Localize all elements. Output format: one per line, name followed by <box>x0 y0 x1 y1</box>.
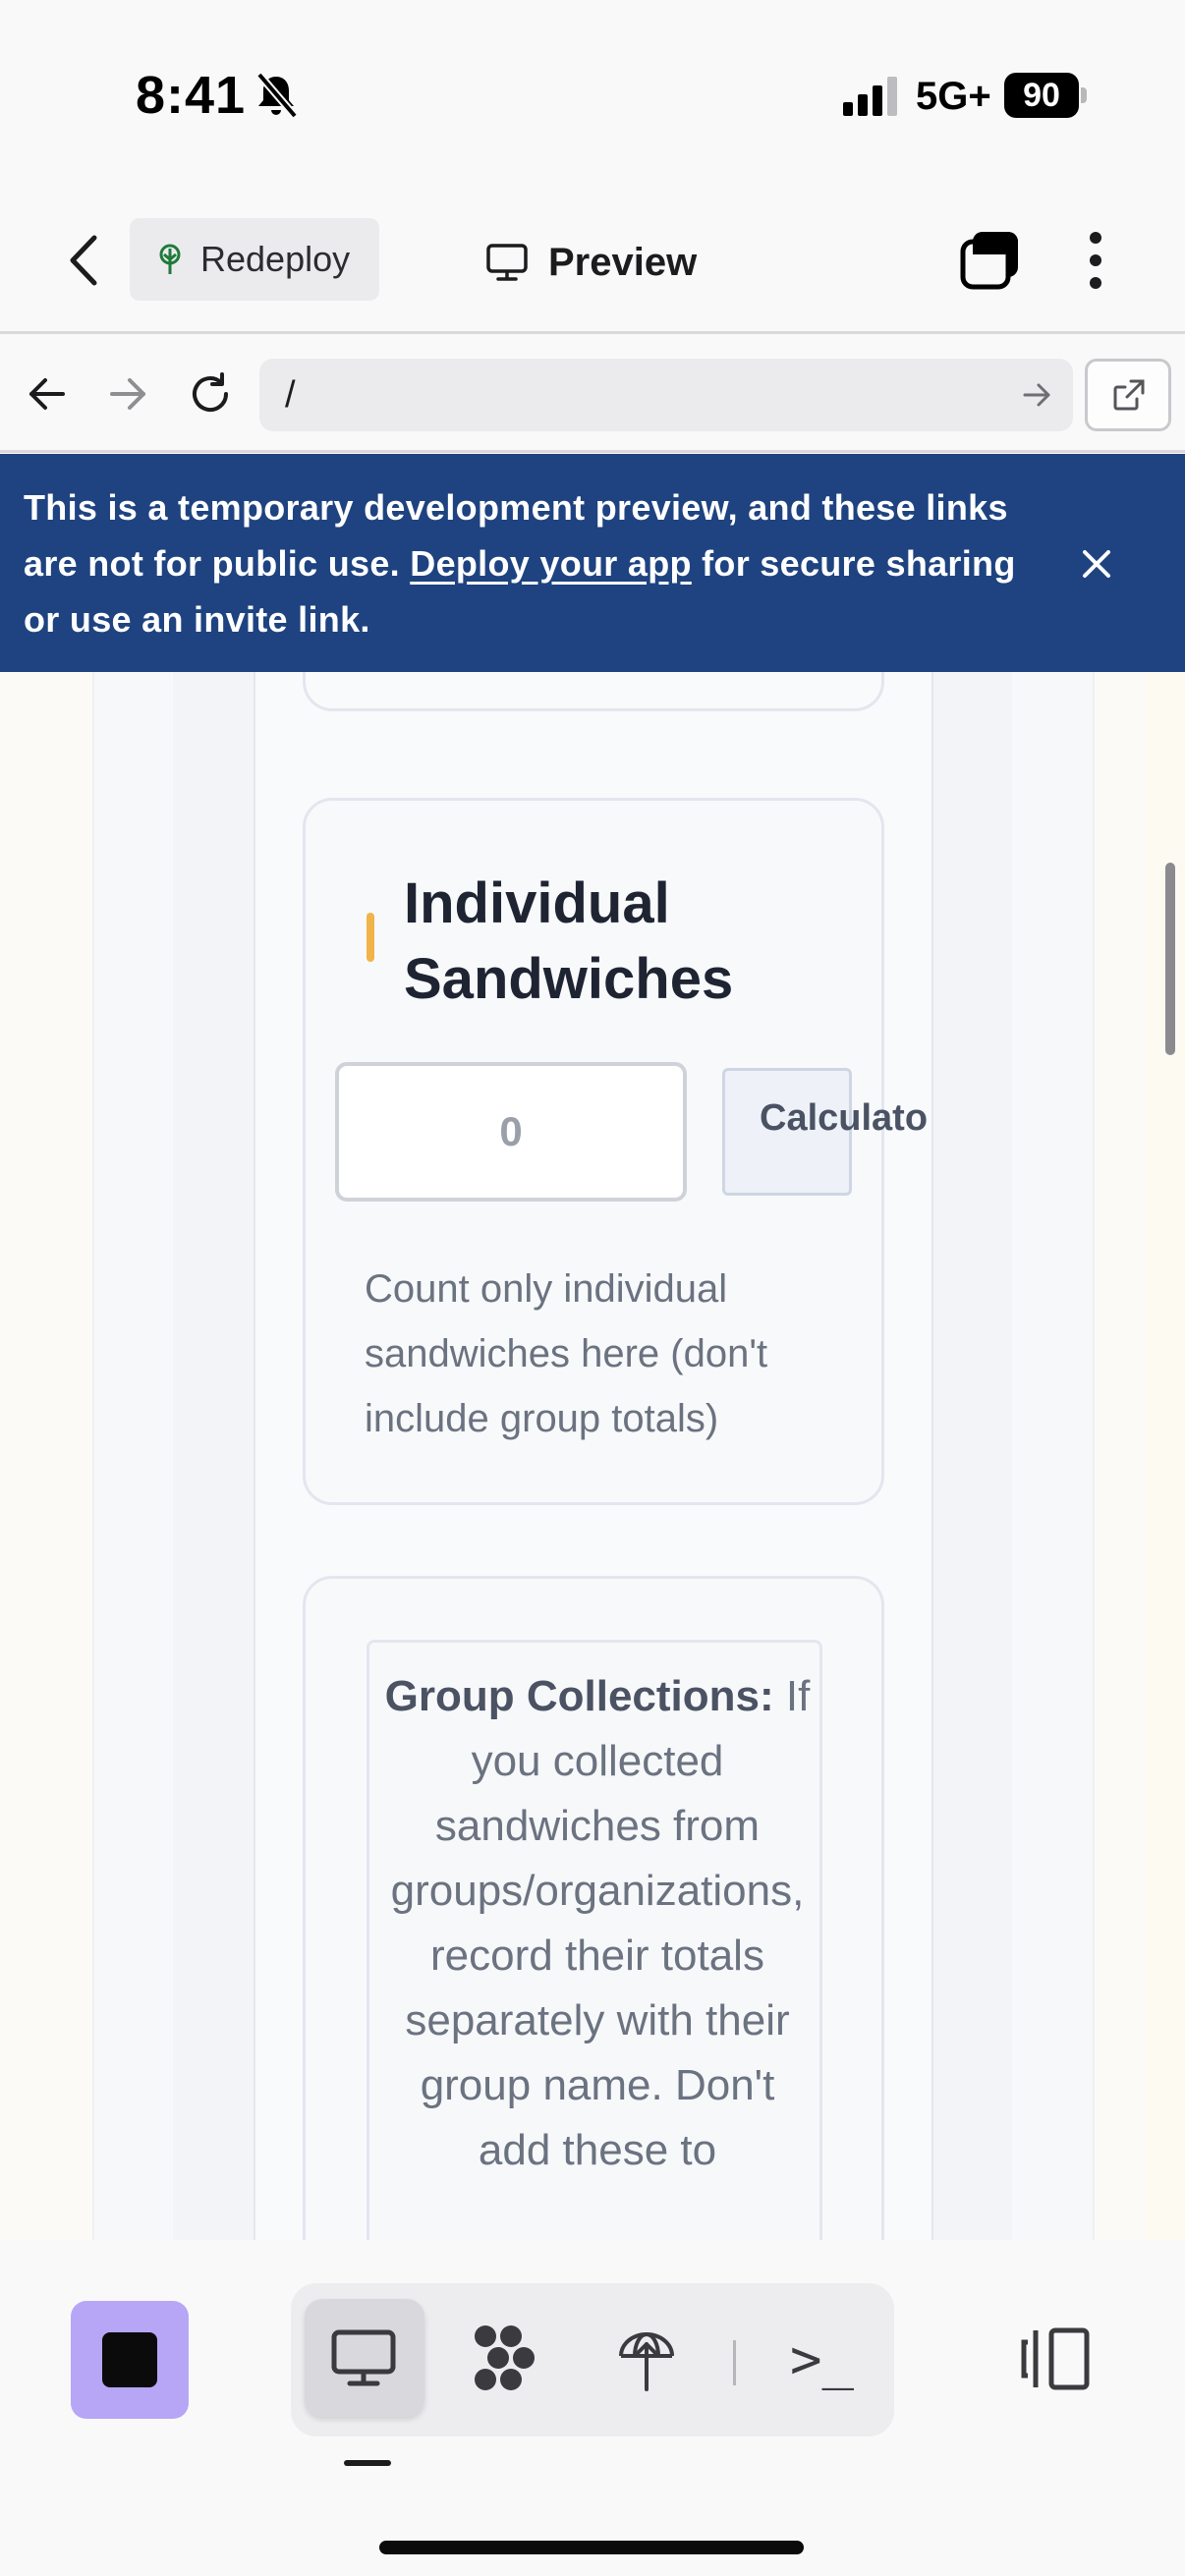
back-chevron-icon[interactable] <box>57 226 112 295</box>
more-vertical-icon[interactable] <box>1081 226 1110 295</box>
redeploy-button[interactable]: Redeploy <box>130 218 379 301</box>
app-bar: Redeploy Preview <box>0 187 1185 334</box>
notice-body: If you collected sandwiches from groups/… <box>390 1672 811 2174</box>
battery-icon: 90 <box>1004 73 1087 118</box>
close-icon[interactable] <box>1077 544 1116 584</box>
deploy-tree-icon <box>159 244 181 274</box>
open-external-button[interactable] <box>1085 359 1171 431</box>
status-bar: 8:41 5G+ 90 <box>0 0 1185 187</box>
individual-sandwiches-card: Individual Sandwiches 0 Calculato Count … <box>303 798 928 1505</box>
browser-url-bar: / <box>0 337 1185 453</box>
active-tab-indicator <box>344 2460 391 2466</box>
calculator-label: Calculato <box>760 1097 929 1139</box>
notice-heading: Group Collections: <box>384 1672 774 1720</box>
panel-toggle-icon[interactable] <box>1018 2324 1093 2393</box>
go-arrow-icon[interactable] <box>1020 378 1053 412</box>
stop-button[interactable] <box>71 2301 189 2419</box>
deploy-app-link[interactable]: Deploy your app <box>410 543 692 584</box>
notice-text: Group Collections: If you collected sand… <box>369 1664 825 2183</box>
nav-back-icon[interactable] <box>20 366 75 421</box>
battery-tip <box>1081 87 1087 103</box>
status-time: 8:41 <box>136 66 247 125</box>
url-text: / <box>285 374 296 416</box>
workflow-icon[interactable] <box>466 2319 544 2397</box>
card-title: Individual Sandwiches <box>404 871 734 1011</box>
external-link-icon <box>1113 379 1145 411</box>
stop-icon <box>102 2332 157 2387</box>
scrollbar-thumb[interactable] <box>1165 863 1175 1055</box>
reload-icon[interactable] <box>183 366 238 421</box>
signal-icon <box>843 77 897 116</box>
accent-bar <box>367 913 374 962</box>
monitor-icon <box>486 244 528 281</box>
page-content: Individual Sandwiches 0 Calculato Count … <box>0 672 1185 2240</box>
bell-muted-icon <box>255 72 299 119</box>
card-help-text: Count only individual sandwiches here (d… <box>365 1267 768 1440</box>
terminal-icon[interactable]: >_ <box>790 2328 854 2390</box>
individual-count-input[interactable]: 0 <box>335 1062 687 1202</box>
tabs-icon[interactable] <box>959 228 1022 291</box>
view-switcher: >_ <box>291 2283 894 2436</box>
preview-tab[interactable]: Preview <box>485 228 697 297</box>
banner-message: This is a temporary development preview,… <box>24 479 1026 647</box>
switcher-divider <box>733 2340 736 2385</box>
preview-label: Preview <box>548 240 698 284</box>
group-collections-card: Group Collections: If you collected sand… <box>303 1576 884 2240</box>
previous-card-bottom <box>303 672 884 711</box>
home-indicator <box>379 2541 804 2554</box>
battery-level: 90 <box>1004 73 1079 118</box>
desktop-icon <box>331 2329 396 2386</box>
network-type: 5G+ <box>916 75 991 118</box>
dev-preview-banner: This is a temporary development preview,… <box>0 454 1185 672</box>
redeploy-label: Redeploy <box>200 239 351 279</box>
group-collections-notice: Group Collections: If you collected sand… <box>367 1640 822 2240</box>
deploy-icon[interactable] <box>607 2319 686 2397</box>
bottom-toolbar: >_ <box>0 2240 1185 2576</box>
nav-forward-icon[interactable] <box>100 366 155 421</box>
url-input[interactable]: / <box>259 359 1073 431</box>
